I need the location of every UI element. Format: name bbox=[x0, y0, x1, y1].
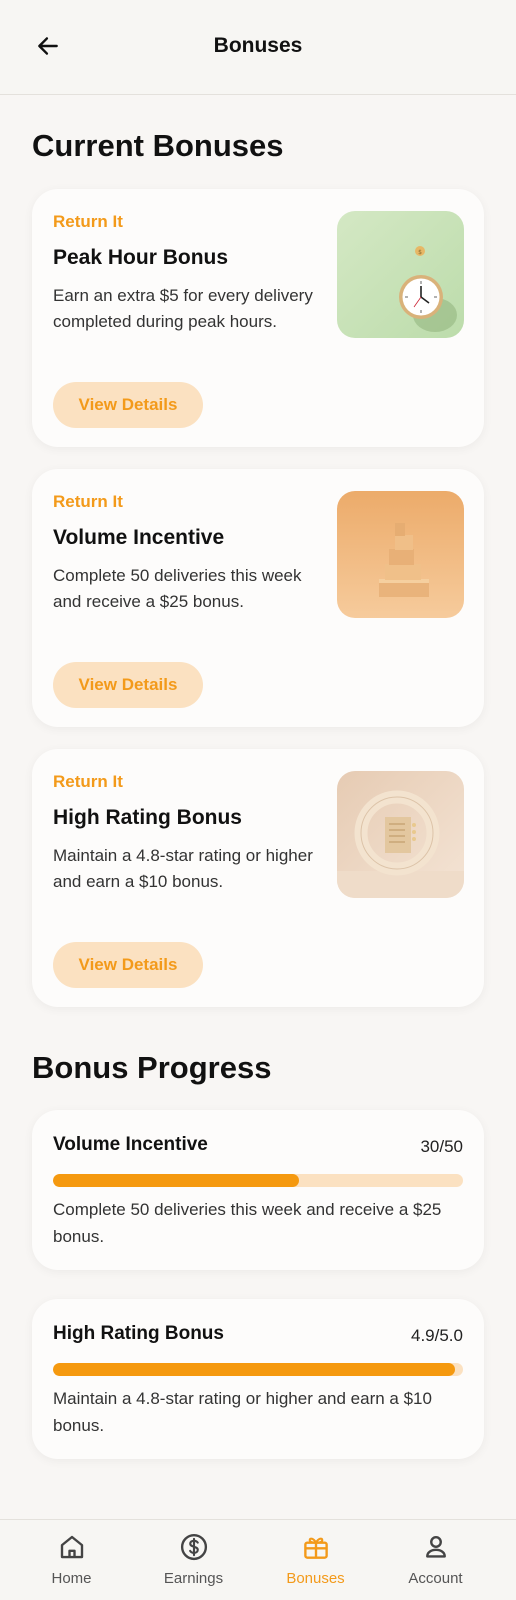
progress-bar bbox=[53, 1174, 463, 1187]
progress-title: High Rating Bonus bbox=[53, 1323, 224, 1344]
view-details-button[interactable]: View Details bbox=[53, 942, 203, 988]
view-details-button[interactable]: View Details bbox=[53, 382, 203, 428]
view-details-button[interactable]: View Details bbox=[53, 662, 203, 708]
bonus-card-volume-incentive: Return It Volume Incentive Complete 50 d… bbox=[32, 469, 484, 727]
nav-account[interactable]: Account bbox=[371, 1520, 500, 1600]
bonus-description: Maintain a 4.8-star rating or higher and… bbox=[53, 846, 313, 891]
stacked-boxes-image bbox=[337, 491, 464, 618]
progress-card-high-rating: High Rating Bonus 4.9/5.0 Maintain a 4.8… bbox=[32, 1299, 484, 1459]
bonus-brand: Return It bbox=[53, 492, 123, 511]
nav-label: Earnings bbox=[163, 1570, 224, 1587]
bonus-description: Complete 50 deliveries this week and rec… bbox=[53, 566, 302, 611]
bonus-title: Peak Hour Bonus bbox=[53, 246, 229, 269]
bonus-title: High Rating Bonus bbox=[53, 806, 242, 829]
bonus-card-peak-hour: Return It Peak Hour Bonus Earn an extra … bbox=[32, 189, 484, 447]
bonus-title: Volume Incentive bbox=[53, 526, 225, 549]
progress-value: 4.9/5.0 bbox=[411, 1326, 463, 1345]
nav-label: Home bbox=[51, 1570, 92, 1587]
progress-value: 30/50 bbox=[420, 1137, 463, 1156]
current-bonuses-heading: Current Bonuses bbox=[32, 128, 284, 163]
nav-label: Account bbox=[408, 1570, 463, 1587]
dollar-icon bbox=[180, 1533, 207, 1561]
svg-text:$: $ bbox=[418, 249, 422, 256]
progress-bar bbox=[53, 1363, 463, 1376]
bonus-brand: Return It bbox=[53, 772, 123, 791]
bonus-brand: Return It bbox=[53, 212, 123, 231]
gift-icon bbox=[303, 1537, 328, 1559]
page-title: Bonuses bbox=[213, 34, 303, 57]
progress-bar-fill bbox=[53, 1174, 299, 1187]
nav-label: Bonuses bbox=[286, 1570, 345, 1587]
progress-bar-fill bbox=[53, 1363, 455, 1376]
nav-earnings[interactable]: Earnings bbox=[129, 1520, 258, 1600]
bonus-progress-heading: Bonus Progress bbox=[32, 1050, 272, 1085]
person-icon bbox=[425, 1536, 446, 1558]
nav-home[interactable]: Home bbox=[7, 1520, 136, 1600]
progress-description: Maintain a 4.8-star rating or higher and… bbox=[53, 1389, 432, 1435]
clock-image: $ bbox=[337, 211, 464, 338]
home-icon bbox=[60, 1535, 83, 1559]
bottom-navigation: Home Earnings Bonuses Account bbox=[0, 1519, 516, 1600]
progress-card-volume-incentive: Volume Incentive 30/50 Complete 50 deliv… bbox=[32, 1110, 484, 1270]
bonus-description: Earn an extra $5 for every delivery comp… bbox=[53, 286, 313, 331]
top-app-bar: Bonuses bbox=[0, 0, 516, 95]
progress-description: Complete 50 deliveries this week and rec… bbox=[53, 1200, 442, 1246]
nav-bonuses[interactable]: Bonuses bbox=[251, 1520, 380, 1600]
ring-frame-image bbox=[337, 771, 464, 898]
progress-title: Volume Incentive bbox=[53, 1134, 208, 1155]
bonus-card-high-rating: Return It High Rating Bonus Maintain a 4… bbox=[32, 749, 484, 1007]
